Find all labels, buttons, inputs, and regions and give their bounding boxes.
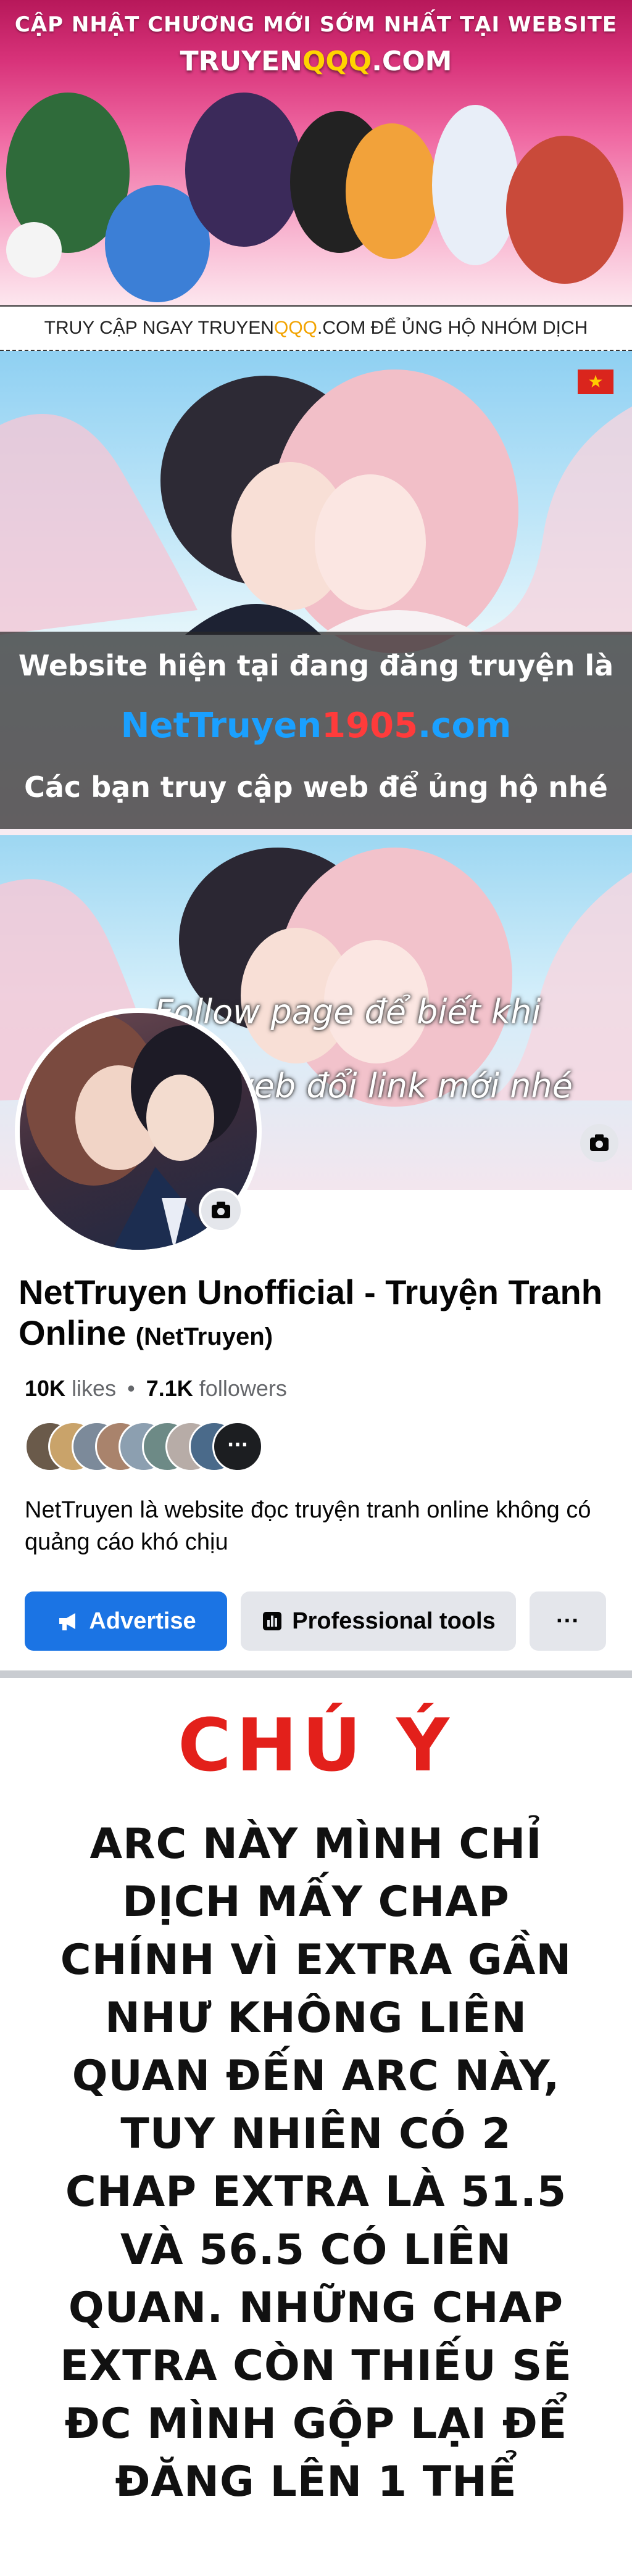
likes-count[interactable]: 10K (25, 1376, 65, 1401)
advertise-label: Advertise (89, 1608, 196, 1634)
advertise-button[interactable]: Advertise (25, 1591, 227, 1651)
note-line: TUY NHIÊN CÓ 2 (120, 2110, 512, 2158)
banner-headline: CẬP NHẬT CHƯƠNG MỚI SỚM NHẤT TẠI WEBSITE (14, 12, 618, 37)
page-username: (NetTruyen) (135, 1323, 273, 1350)
edit-cover-button[interactable] (580, 1124, 618, 1162)
stats-separator: • (127, 1376, 135, 1401)
note-line: NHƯ KHÔNG LIÊN (104, 1994, 528, 2042)
professional-tools-label: Professional tools (292, 1608, 496, 1634)
banner-site-name[interactable]: TRUYENQQQ.COM (0, 46, 632, 77)
followers-label: followers (199, 1376, 287, 1401)
note-line: QUAN. NHỮNG CHAP (68, 2284, 564, 2332)
more-options-icon: ··· (556, 1608, 580, 1634)
banner-character (346, 123, 438, 259)
page-description: NetTruyen là website đọc truyện tranh on… (25, 1497, 591, 1555)
facebook-page-card: Follow page để biết khi nào web đổi link… (0, 835, 632, 1675)
note-line: QUAN ĐẾN ARC NÀY, (72, 2052, 560, 2100)
note-line: ĐC MÌNH GỘP LẠI ĐỂ (64, 2400, 568, 2448)
support-strip[interactable]: TRUY CẬP NGAY TRUYENQQQ.COM ĐỂ ỦNG HỘ NH… (0, 305, 632, 351)
banner-character (6, 222, 62, 278)
promo-overlay: Website hiện tại đang đăng truyện là Net… (0, 632, 632, 829)
more-followers-icon[interactable]: ··· (212, 1421, 263, 1472)
note-line: EXTRA CÒN THIẾU SẼ (60, 2342, 572, 2390)
likes-label: likes (72, 1376, 117, 1401)
promo-domain[interactable]: NetTruyen1905.com (0, 706, 632, 746)
note-title: CHÚ Ý (178, 1703, 454, 1788)
note-line: CHÍNH VÌ EXTRA GẦN (60, 1936, 572, 1984)
promo-domain-prefix: NetTruyen (120, 706, 322, 746)
promo-line-1: Website hiện tại đang đăng truyện là (18, 649, 614, 682)
vietnam-flag-icon: ★ (578, 369, 613, 394)
site-name-prefix: TRUYEN (180, 46, 302, 77)
note-line: DỊCH MẤY CHAP (122, 1878, 510, 1926)
site-name-highlight: QQQ (302, 46, 372, 77)
strip-prefix: TRUY CẬP NGAY TRUYEN (44, 318, 274, 338)
site-name-suffix: .COM (372, 46, 452, 77)
note-line: ĐĂNG LÊN 1 THỂ (115, 2458, 517, 2506)
page-stats: 10K likes • 7.1K followers (25, 1376, 287, 1402)
banner-character (432, 105, 518, 265)
promo-artwork: ★ Website hiện tại đang đăng truyện là N… (0, 351, 632, 835)
banner-character (185, 93, 302, 247)
note-line: ARC NÀY MÌNH CHỈ (89, 1820, 543, 1868)
note-line: CHAP EXTRA LÀ 51.5 (65, 2168, 567, 2216)
strip-suffix: .COM ĐỂ ỦNG HỘ NHÓM DỊCH (317, 318, 588, 338)
page-title: NetTruyen Unofficial - Truyện Tranh Onli… (19, 1272, 611, 1357)
professional-tools-button[interactable]: Professional tools (241, 1591, 516, 1651)
camera-icon (212, 1202, 230, 1218)
followers-count[interactable]: 7.1K (146, 1376, 193, 1401)
site-banner: CẬP NHẬT CHƯƠNG MỚI SỚM NHẤT TẠI WEBSITE… (0, 0, 632, 305)
note-line: VÀ 56.5 CÓ LIÊN (120, 2226, 512, 2274)
promo-line-3: Các bạn truy cập web để ủng hộ nhé (24, 770, 608, 804)
banner-character (506, 136, 623, 284)
edit-avatar-button[interactable] (199, 1188, 243, 1232)
promo-domain-suffix: .com (418, 706, 512, 746)
translator-note: CHÚ Ý ARC NÀY MÌNH CHỈ DỊCH MẤY CHAP CHÍ… (0, 1678, 632, 2576)
more-options-button[interactable]: ··· (530, 1591, 606, 1651)
page-name-text: NetTruyen Unofficial - Truyện Tranh Onli… (19, 1273, 602, 1352)
camera-icon (590, 1134, 609, 1151)
section-divider (0, 1670, 632, 1678)
strip-highlight: QQQ (273, 318, 317, 338)
chart-icon (263, 1612, 282, 1630)
megaphone-icon (59, 1613, 76, 1630)
promo-domain-number: 1905 (322, 706, 418, 746)
